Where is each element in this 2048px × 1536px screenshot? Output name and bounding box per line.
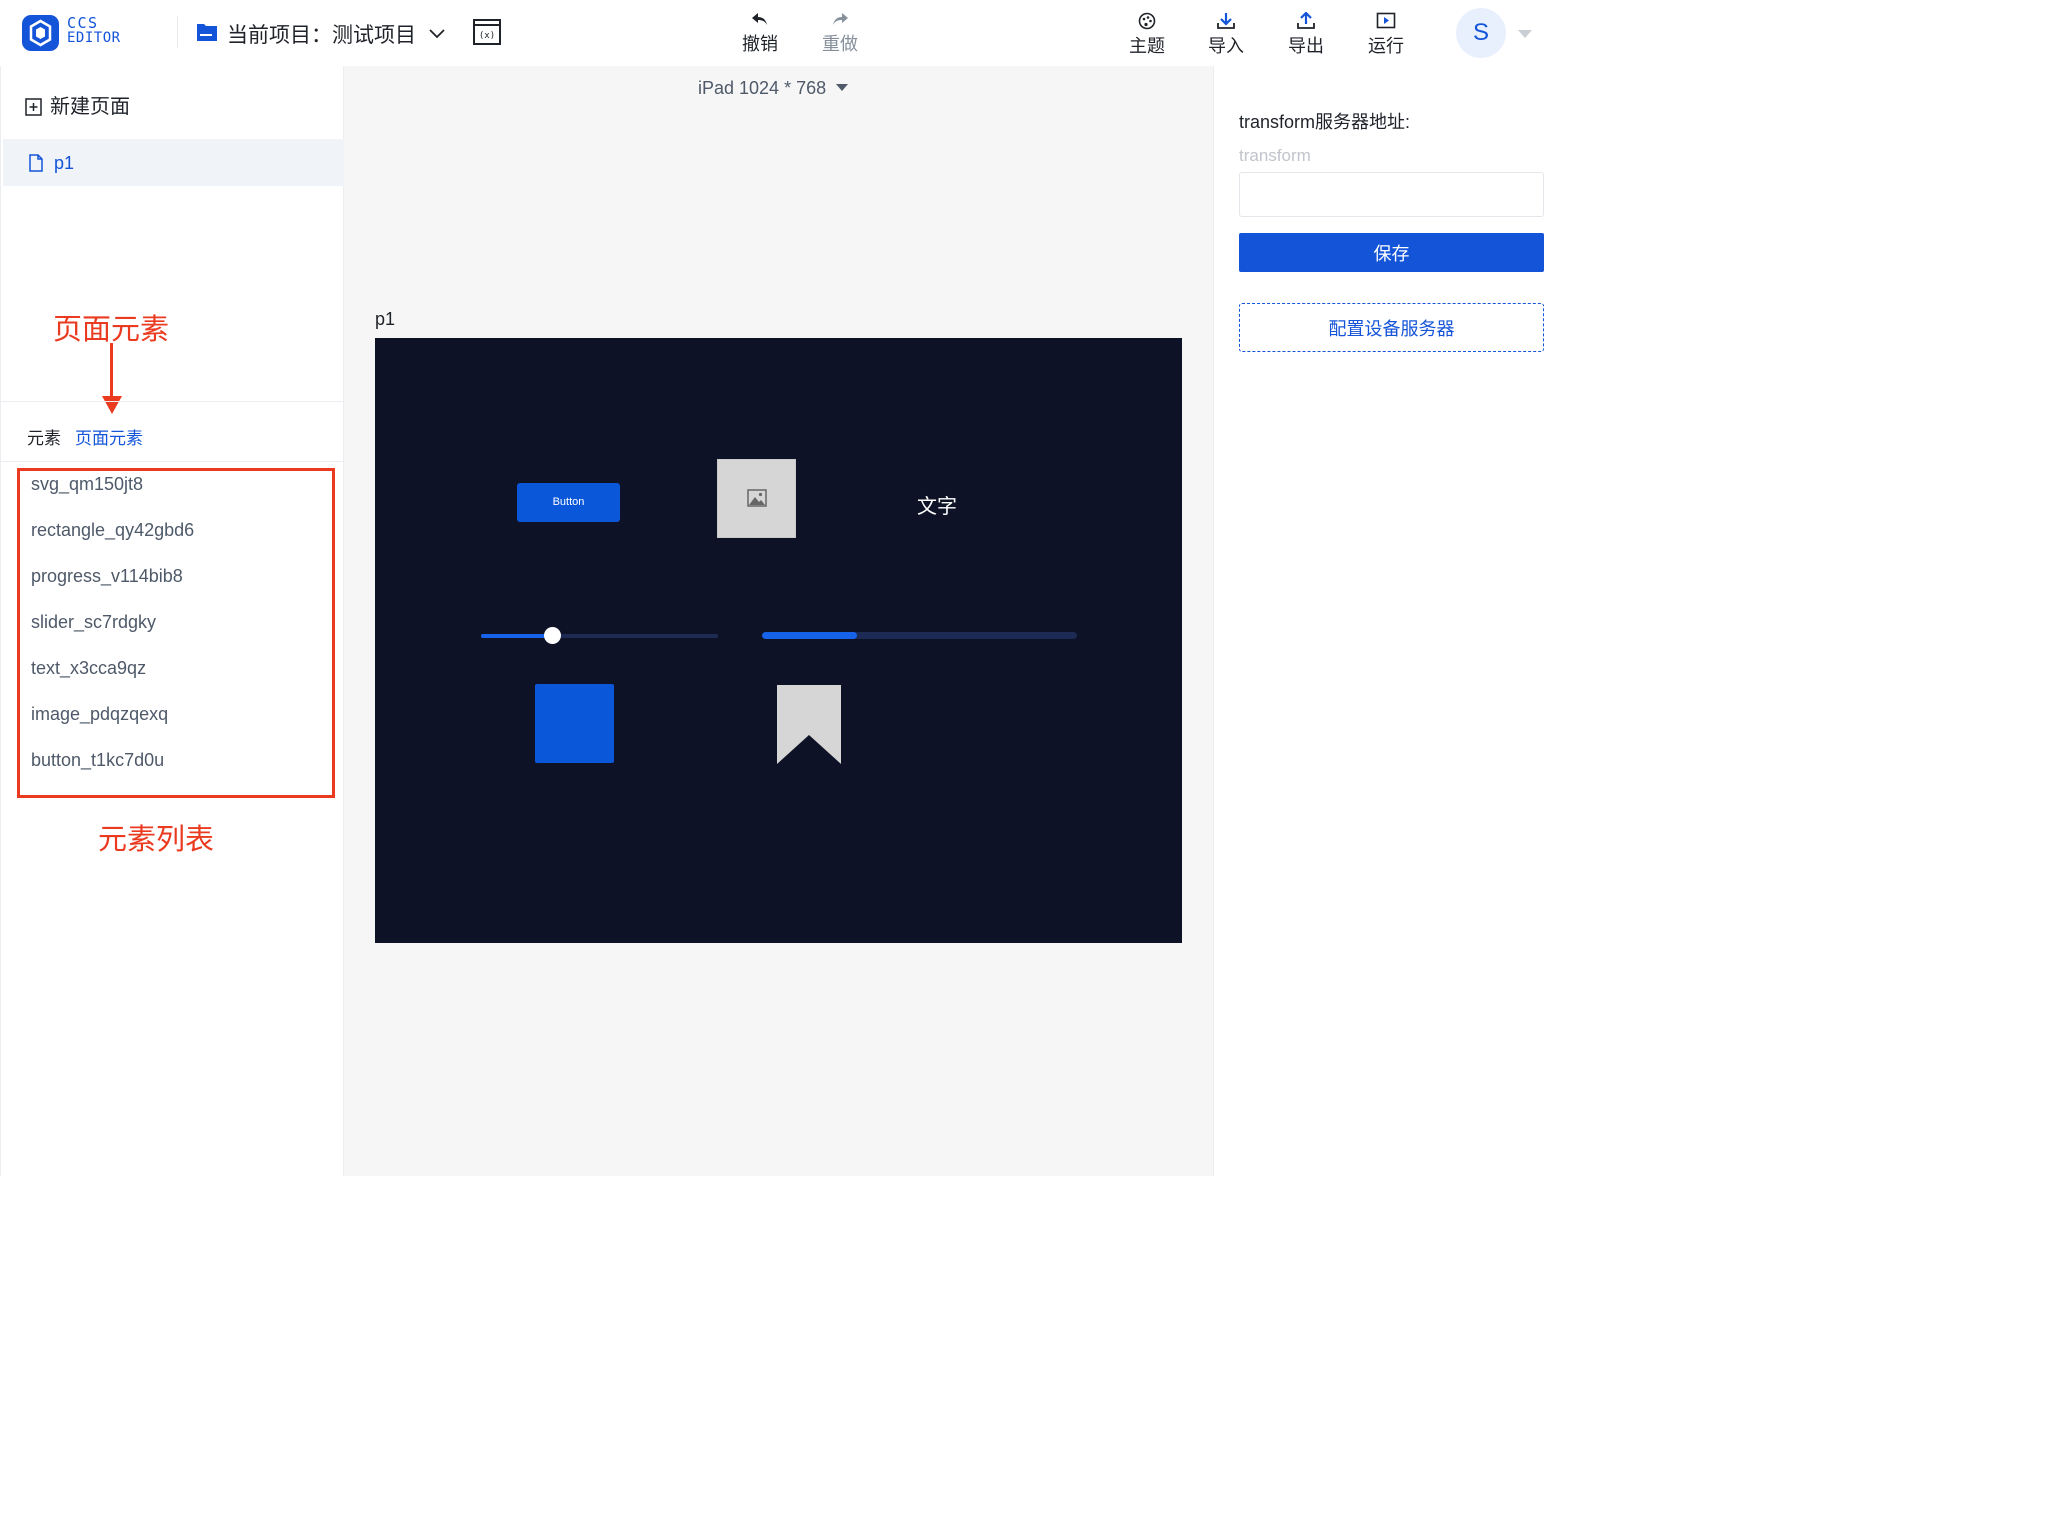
canvas-bookmark-svg-icon[interactable] <box>777 685 841 764</box>
canvas-text-element[interactable]: 文字 <box>917 490 957 519</box>
app-logo-text: CCS EDITOR <box>67 16 121 46</box>
transform-server-input[interactable] <box>1239 172 1544 217</box>
folder-icon <box>196 22 218 47</box>
design-canvas[interactable]: Button 文字 <box>375 338 1182 943</box>
redo-label: 重做 <box>822 34 858 54</box>
image-placeholder-icon <box>747 489 767 507</box>
add-page-icon <box>25 98 42 116</box>
new-page-label: 新建页面 <box>50 96 130 118</box>
list-item[interactable]: button_t1kc7d0u <box>31 750 164 771</box>
progress-fill <box>762 632 857 639</box>
transform-server-label: transform服务器地址: <box>1239 112 1411 132</box>
export-label: 导出 <box>1288 36 1324 56</box>
caret-down-icon[interactable] <box>1518 30 1532 38</box>
import-button[interactable]: 导入 <box>1204 12 1248 58</box>
export-button[interactable]: 导出 <box>1284 12 1328 58</box>
element-tabs: 元素 页面元素 <box>27 424 157 449</box>
section-divider <box>1 401 344 402</box>
list-item[interactable]: svg_qm150jt8 <box>31 474 143 495</box>
palette-icon <box>1138 12 1156 30</box>
list-item[interactable]: image_pdqzqexq <box>31 704 168 725</box>
page-file-icon <box>29 154 43 172</box>
canvas-rectangle-element[interactable] <box>535 684 614 763</box>
slider-fill <box>481 634 553 638</box>
logo-line-1: CCS <box>67 14 99 32</box>
undo-button[interactable]: 撤销 <box>738 12 782 56</box>
config-device-server-button[interactable]: 配置设备服务器 <box>1239 303 1544 352</box>
avatar[interactable]: S <box>1456 8 1506 58</box>
upload-icon <box>1297 12 1315 29</box>
canvas-image-element[interactable] <box>717 459 796 538</box>
device-label: iPad 1024 * 768 <box>698 78 827 98</box>
canvas-button-element[interactable]: Button <box>517 483 620 522</box>
caret-down-icon <box>836 84 849 91</box>
play-icon <box>1376 12 1396 29</box>
chevron-down-icon[interactable] <box>429 26 445 44</box>
new-page-button[interactable]: 新建页面 <box>25 90 130 119</box>
page-item-label: p1 <box>54 153 75 173</box>
redo-icon <box>833 13 848 25</box>
top-header: CCS EDITOR 当前项目：测试项目 (x) 撤销 重做 主题 导入 导出 … <box>0 0 1568 66</box>
svg-text:(x): (x) <box>479 31 495 41</box>
theme-label: 主题 <box>1129 36 1165 56</box>
list-item[interactable]: slider_sc7rdgky <box>31 612 156 633</box>
theme-button[interactable]: 主题 <box>1125 12 1169 58</box>
undo-label: 撤销 <box>742 34 778 54</box>
tab-divider <box>1 461 344 462</box>
canvas-progress-element[interactable] <box>762 632 1077 639</box>
download-icon <box>1217 13 1235 29</box>
undo-icon <box>752 13 767 25</box>
import-label: 导入 <box>1208 36 1244 56</box>
device-selector[interactable]: iPad 1024 * 768 <box>698 78 849 99</box>
annotation-element-list: 元素列表 <box>98 824 215 856</box>
editor-workspace: iPad 1024 * 768 p1 Button 文字 <box>344 66 1213 1176</box>
redo-button[interactable]: 重做 <box>818 12 862 56</box>
project-selector[interactable]: 当前项目：测试项目 <box>227 19 416 49</box>
tab-elements[interactable]: 元素 <box>27 429 61 448</box>
slider-thumb[interactable] <box>544 627 562 644</box>
canvas-slider-element[interactable] <box>481 627 718 644</box>
canvas-page-name: p1 <box>375 309 396 329</box>
list-item[interactable]: progress_v114bib8 <box>31 566 183 587</box>
run-label: 运行 <box>1368 36 1404 56</box>
tab-page-elements[interactable]: 页面元素 <box>75 429 143 448</box>
annotation-arrow-down-icon <box>102 396 122 414</box>
save-button[interactable]: 保存 <box>1239 233 1544 272</box>
header-divider <box>177 16 178 48</box>
list-item[interactable]: rectangle_qy42gbd6 <box>31 520 194 541</box>
list-item[interactable]: text_x3cca9qz <box>31 658 146 679</box>
right-panel: transform服务器地址: transform 保存 配置设备服务器 <box>1213 66 1568 1176</box>
run-button[interactable]: 运行 <box>1364 12 1408 58</box>
logo-line-2: EDITOR <box>67 30 121 46</box>
annotation-arrow-line <box>110 343 113 399</box>
annotation-highlight-box <box>17 468 335 798</box>
page-list-item-p1[interactable]: p1 <box>3 139 344 186</box>
annotation-page-elements: 页面元素 <box>53 314 170 346</box>
variables-icon[interactable]: (x) <box>473 19 501 50</box>
transform-field-label: transform <box>1239 146 1311 165</box>
left-panel: 新建页面 p1 页面元素 元素 页面元素 svg_qm150jt8 rectang… <box>0 66 344 1176</box>
app-logo-icon <box>22 15 59 51</box>
